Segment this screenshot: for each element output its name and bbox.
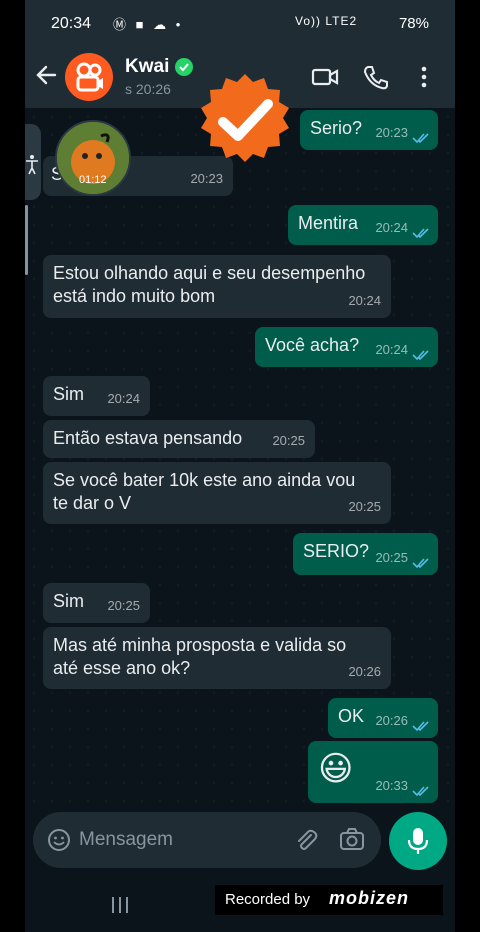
accessibility-icon — [26, 155, 38, 175]
message-time: 20:25 — [107, 598, 140, 613]
mobizen-logo: mobizen — [329, 888, 410, 908]
contact-avatar[interactable] — [65, 53, 113, 101]
message-time: 20:25 — [272, 433, 305, 448]
message-bubble[interactable]: Mas até minha prosposta e valida so até … — [43, 627, 391, 689]
battery-level: 78% — [398, 15, 429, 32]
message-text: Sim — [53, 384, 84, 404]
message-text: Você acha? — [265, 335, 360, 355]
message-time: 20:33 — [375, 778, 408, 793]
read-ticks-icon — [412, 786, 429, 797]
message-text: Serio? — [310, 118, 363, 138]
message-bubble[interactable]: Você acha? 20:24 — [255, 327, 438, 367]
video-duration: 01:12 — [79, 174, 107, 186]
more-options-icon[interactable] — [417, 64, 431, 90]
recording-watermark: Recorded by mobizen — [215, 885, 443, 915]
read-ticks-icon — [412, 558, 429, 569]
message-text-line: Estou olhando aqui e seu desempenho — [53, 263, 366, 283]
phone-screen: 20:34 Ⓜ ■ ☁ • Vo)) LTE2 78% Kwai s 20:26 — [25, 0, 455, 932]
message-bubble[interactable]: Sim 20:24 — [43, 376, 150, 416]
message-time: 20:24 — [107, 391, 140, 406]
message-time: 20:23 — [375, 125, 408, 140]
message-bubble[interactable]: SERIO? 20:25 — [293, 533, 438, 575]
read-ticks-icon — [412, 228, 429, 239]
status-bar: 20:34 Ⓜ ■ ☁ • Vo)) LTE2 78% — [25, 0, 455, 46]
message-bubble[interactable]: Então estava pensando 20:25 — [43, 420, 315, 458]
message-text: OK — [338, 706, 365, 726]
emoji-icon[interactable] — [47, 828, 71, 852]
kwai-logo-icon — [76, 62, 103, 92]
message-time: 20:25 — [375, 550, 408, 565]
last-seen: s 20:26 — [125, 81, 171, 97]
message-time: 20:24 — [375, 342, 408, 357]
read-ticks-icon — [412, 350, 429, 361]
accessibility-tab[interactable] — [25, 124, 41, 200]
phone-call-icon[interactable] — [362, 64, 390, 90]
message-bubble[interactable]: Estou olhando aqui e seu desempenho está… — [43, 255, 391, 318]
signal-icon: Vo)) LTE2 — [295, 14, 358, 28]
voice-message-button[interactable] — [389, 812, 447, 870]
verified-badge-icon — [201, 74, 289, 162]
message-bubble[interactable]: Se você bater 10k este ano ainda vou te … — [43, 462, 391, 524]
video-thumbnail[interactable]: 01:12 — [55, 120, 131, 196]
read-ticks-icon — [412, 721, 429, 732]
message-input-bar[interactable]: Mensagem — [33, 812, 381, 868]
message-time: 20:26 — [375, 713, 408, 728]
message-bubble[interactable]: Mentira 20:24 — [288, 205, 438, 245]
message-text-line: está indo muito bom — [53, 286, 216, 306]
back-arrow-icon[interactable] — [33, 60, 59, 90]
read-ticks-icon — [412, 133, 429, 144]
contact-name[interactable]: Kwai — [125, 56, 169, 78]
message-text-line: Mas até minha prosposta e valida so — [53, 635, 347, 655]
message-bubble[interactable]: OK 20:26 — [328, 698, 438, 738]
message-text-line: Se você bater 10k este ano ainda vou — [53, 470, 356, 490]
message-bubble[interactable]: 😃 20:33 — [308, 741, 438, 803]
message-text: Sim — [53, 591, 84, 611]
microphone-icon — [407, 828, 429, 854]
emoji-message: 😃 — [318, 750, 354, 788]
message-text: SERIO? — [303, 541, 370, 561]
message-text-line: te dar o V — [53, 493, 132, 513]
message-time: 20:24 — [375, 220, 408, 235]
message-bubble[interactable]: Sim 20:25 — [43, 583, 150, 623]
message-text: Mentira — [298, 213, 359, 233]
notification-icons: Ⓜ ■ ☁ • — [113, 17, 184, 32]
attach-icon[interactable] — [293, 827, 319, 853]
message-text-line: até esse ano ok? — [53, 658, 191, 678]
verified-icon — [175, 58, 193, 76]
recent-apps-icon[interactable] — [110, 896, 130, 914]
message-text: Então estava pensando — [53, 428, 243, 448]
message-time: 20:24 — [348, 293, 381, 308]
status-time: 20:34 — [51, 15, 92, 32]
scrollbar[interactable] — [25, 205, 28, 275]
message-input-placeholder[interactable]: Mensagem — [79, 829, 173, 851]
camera-icon[interactable] — [339, 827, 365, 851]
message-bubble[interactable]: Serio? 20:23 — [300, 110, 438, 150]
message-time: 20:26 — [348, 664, 381, 679]
video-call-icon[interactable] — [311, 64, 339, 90]
message-time: 20:25 — [348, 499, 381, 514]
watermark-text: Recorded by — [225, 891, 311, 908]
